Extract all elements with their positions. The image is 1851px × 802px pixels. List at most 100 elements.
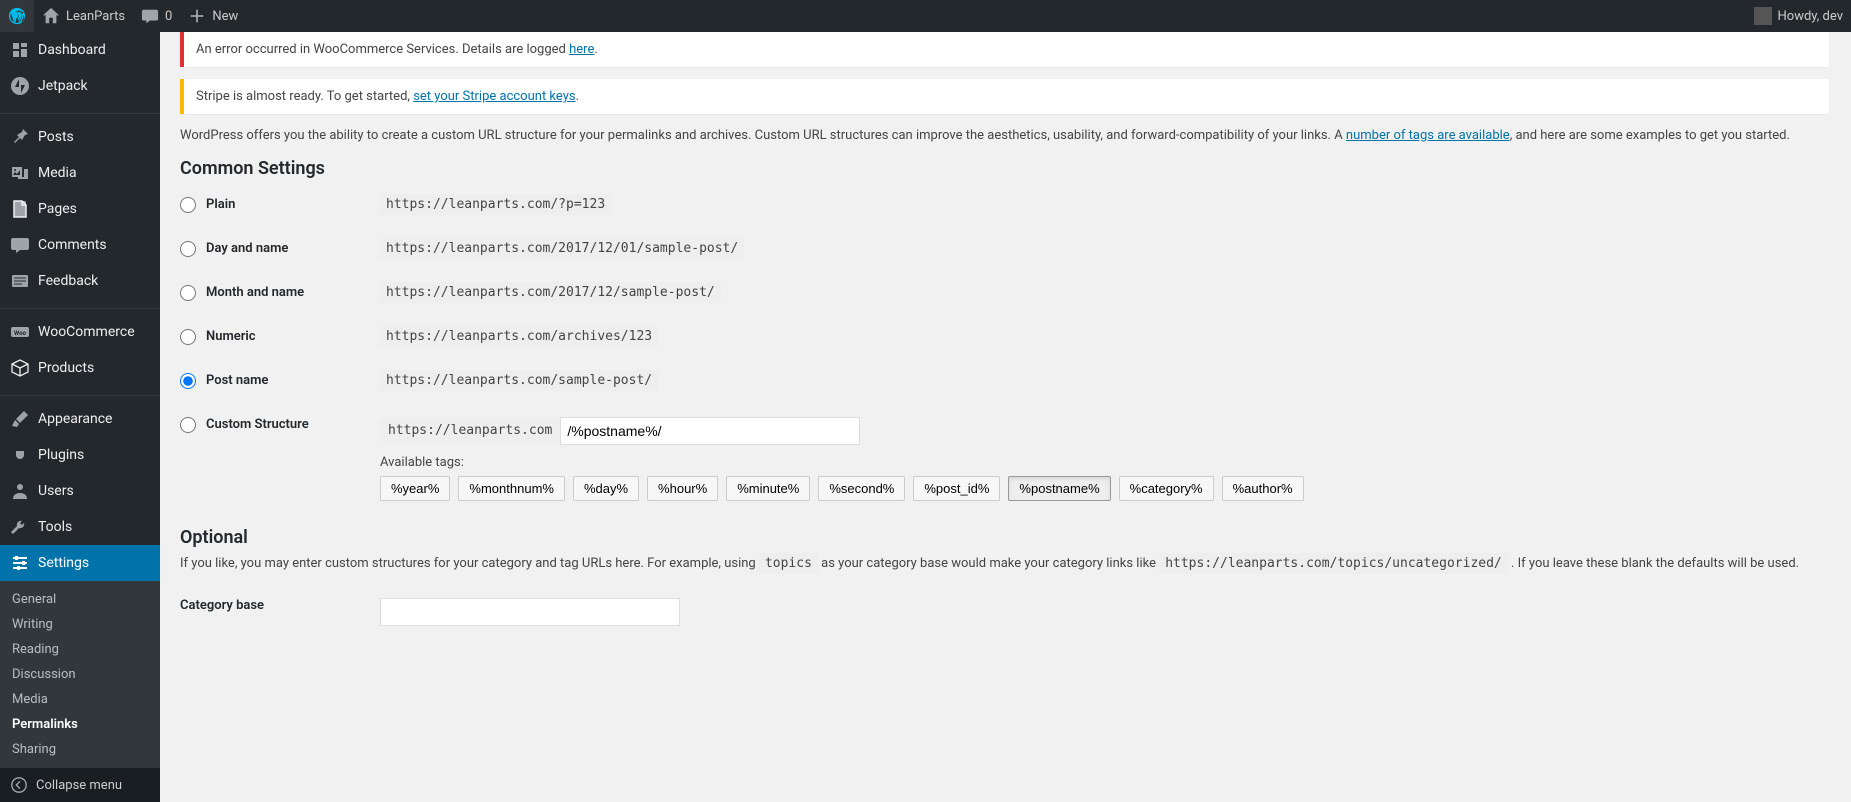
radio-plain[interactable] [180, 197, 196, 213]
collapse-label: Collapse menu [36, 778, 122, 793]
menu-label: Users [38, 483, 74, 499]
brush-icon [10, 409, 30, 429]
woocommerce-error-notice: An error occurred in WooCommerce Service… [180, 32, 1829, 67]
tag-button-minute[interactable]: %minute% [726, 476, 810, 501]
tag-button-post_id[interactable]: %post_id% [913, 476, 1000, 501]
menu-label: WooCommerce [38, 324, 135, 340]
menu-label: Appearance [38, 411, 112, 427]
menu-label: Pages [38, 201, 77, 217]
dashboard-icon [10, 40, 30, 60]
example-plain: https://leanparts.com/?p=123 [380, 194, 611, 215]
pin-icon [10, 127, 30, 147]
woo-icon: Woo [10, 322, 30, 342]
tag-button-hour[interactable]: %hour% [647, 476, 718, 501]
tags-docs-link[interactable]: number of tags are available [1346, 128, 1510, 143]
avatar-icon [1754, 7, 1772, 25]
sidebar-item-products[interactable]: Products [0, 350, 160, 386]
sidebar-item-media[interactable]: Media [0, 155, 160, 191]
tag-button-monthnum[interactable]: %monthnum% [458, 476, 565, 501]
sidebar-item-appearance[interactable]: Appearance [0, 401, 160, 437]
permalink-option-plain[interactable]: Plain [180, 197, 370, 213]
tag-button-year[interactable]: %year% [380, 476, 450, 501]
radio-numeric[interactable] [180, 329, 196, 345]
new-content-link[interactable]: New [180, 0, 246, 32]
menu-label: Products [38, 360, 94, 376]
submenu-item-reading[interactable]: Reading [0, 637, 160, 662]
site-name: LeanParts [66, 9, 125, 24]
sidebar-item-users[interactable]: Users [0, 473, 160, 509]
optional-text: If you like, you may enter custom struct… [180, 554, 1831, 575]
menu-label: Settings [38, 555, 89, 571]
custom-structure-input[interactable] [560, 417, 860, 445]
sidebar-item-settings[interactable]: Settings [0, 545, 160, 581]
submenu-item-writing[interactable]: Writing [0, 612, 160, 637]
radio-monthname[interactable] [180, 285, 196, 301]
collapse-icon [10, 776, 28, 794]
sidebar-item-posts[interactable]: Posts [0, 119, 160, 155]
site-home-link[interactable]: LeanParts [34, 0, 133, 32]
box-icon [10, 358, 30, 378]
sidebar-item-dashboard[interactable]: Dashboard [0, 32, 160, 68]
permalink-option-dayname[interactable]: Day and name [180, 241, 370, 257]
submenu-item-discussion[interactable]: Discussion [0, 662, 160, 687]
sliders-icon [10, 553, 30, 573]
menu-label: Dashboard [38, 42, 106, 58]
sidebar-item-pages[interactable]: Pages [0, 191, 160, 227]
permalink-option-monthname[interactable]: Month and name [180, 285, 370, 301]
optional-heading: Optional [180, 527, 1831, 548]
permalink-option-postname[interactable]: Post name [180, 373, 370, 389]
feedback-icon [10, 271, 30, 291]
collapse-menu[interactable]: Collapse menu [0, 768, 160, 802]
submenu-item-permalinks[interactable]: Permalinks [0, 712, 160, 737]
wrench-icon [10, 517, 30, 537]
radio-custom[interactable] [180, 417, 196, 433]
plus-icon [188, 7, 206, 25]
common-settings-heading: Common Settings [180, 158, 1831, 179]
sidebar-item-comments[interactable]: Comments [0, 227, 160, 263]
stripe-keys-link[interactable]: set your Stripe account keys [413, 89, 575, 104]
tag-button-category[interactable]: %category% [1119, 476, 1214, 501]
menu-label: Jetpack [38, 78, 88, 94]
menu-label: Posts [38, 129, 74, 145]
sidebar-item-tools[interactable]: Tools [0, 509, 160, 545]
sidebar-item-jetpack[interactable]: Jetpack [0, 68, 160, 104]
home-icon [42, 7, 60, 25]
permalink-option-numeric[interactable]: Numeric [180, 329, 370, 345]
radio-dayname[interactable] [180, 241, 196, 257]
stripe-notice: Stripe is almost ready. To get started, … [180, 79, 1829, 114]
sidebar-item-plugins[interactable]: Plugins [0, 437, 160, 473]
new-label: New [212, 9, 238, 24]
example-monthname: https://leanparts.com/2017/12/sample-pos… [380, 282, 721, 303]
submenu-item-media[interactable]: Media [0, 687, 160, 712]
woo-error-link[interactable]: here [569, 42, 594, 57]
tag-button-second[interactable]: %second% [818, 476, 905, 501]
custom-prefix: https://leanparts.com [380, 419, 560, 442]
user-icon [10, 481, 30, 501]
permalink-option-custom[interactable]: Custom Structure [180, 417, 370, 433]
category-base-input[interactable] [380, 598, 680, 626]
submenu-item-sharing[interactable]: Sharing [0, 737, 160, 762]
tag-button-author[interactable]: %author% [1222, 476, 1304, 501]
menu-label: Comments [38, 237, 107, 253]
svg-text:Woo: Woo [14, 330, 27, 337]
tag-button-postname[interactable]: %postname% [1008, 476, 1110, 501]
pages-icon [10, 199, 30, 219]
radio-postname[interactable] [180, 373, 196, 389]
example-postname: https://leanparts.com/sample-post/ [380, 370, 658, 391]
howdy-text: Howdy, dev [1778, 9, 1843, 24]
comment-icon [141, 7, 159, 25]
comments-count: 0 [165, 9, 172, 24]
intro-text: WordPress offers you the ability to crea… [180, 126, 1829, 146]
example-dayname: https://leanparts.com/2017/12/01/sample-… [380, 238, 744, 259]
wp-logo[interactable] [0, 0, 34, 32]
example-numeric: https://leanparts.com/archives/123 [380, 326, 658, 347]
tag-button-day[interactable]: %day% [573, 476, 639, 501]
sidebar-item-woocommerce[interactable]: Woo WooCommerce [0, 314, 160, 350]
submenu-item-general[interactable]: General [0, 587, 160, 612]
comments-link[interactable]: 0 [133, 0, 180, 32]
media-icon [10, 163, 30, 183]
account-link[interactable]: Howdy, dev [1746, 0, 1851, 32]
sidebar-item-feedback[interactable]: Feedback [0, 263, 160, 299]
wordpress-icon [8, 7, 26, 25]
comment-icon [10, 235, 30, 255]
